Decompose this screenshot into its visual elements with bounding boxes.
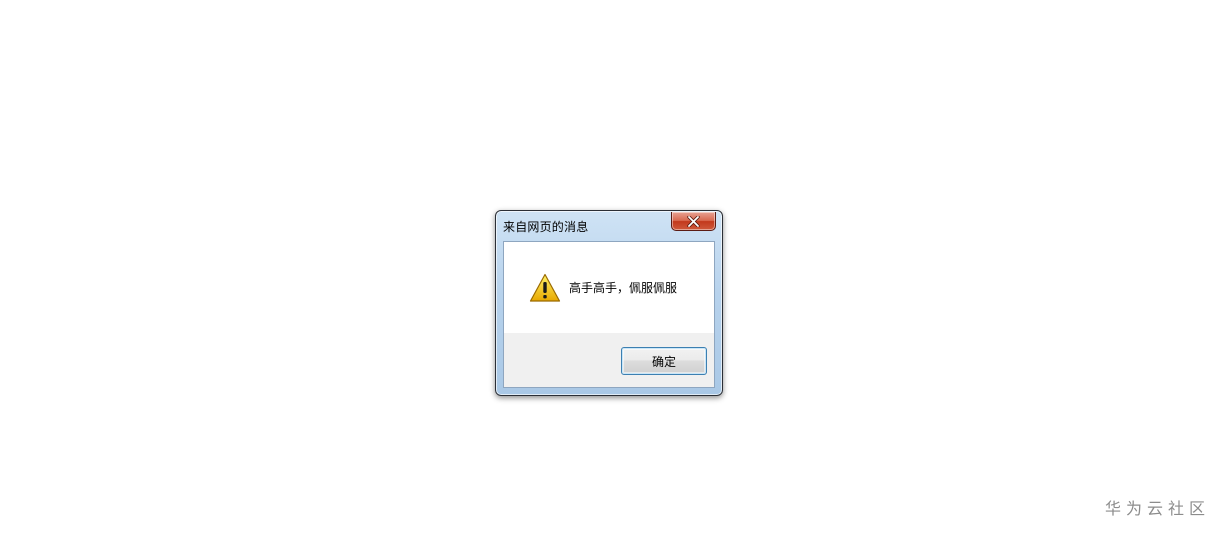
- dialog-title: 来自网页的消息: [503, 220, 589, 234]
- dialog-client-area: 高手高手，佩服佩服 确定: [503, 241, 715, 388]
- warning-icon: [529, 273, 561, 302]
- dialog-message: 高手高手，佩服佩服: [569, 281, 678, 295]
- close-button[interactable]: [671, 212, 716, 231]
- watermark-text: 华为云社区: [1104, 499, 1210, 518]
- ok-button[interactable]: 确定: [621, 347, 707, 375]
- page-background: 来自网页的消息 高手高手，佩服佩服 确定 华为云社区: [0, 0, 1222, 535]
- dialog-titlebar[interactable]: 来自网页的消息: [496, 211, 722, 241]
- alert-dialog: 来自网页的消息 高手高手，佩服佩服 确定: [495, 210, 723, 396]
- close-icon: [687, 215, 700, 227]
- message-area: 高手高手，佩服佩服: [504, 242, 714, 333]
